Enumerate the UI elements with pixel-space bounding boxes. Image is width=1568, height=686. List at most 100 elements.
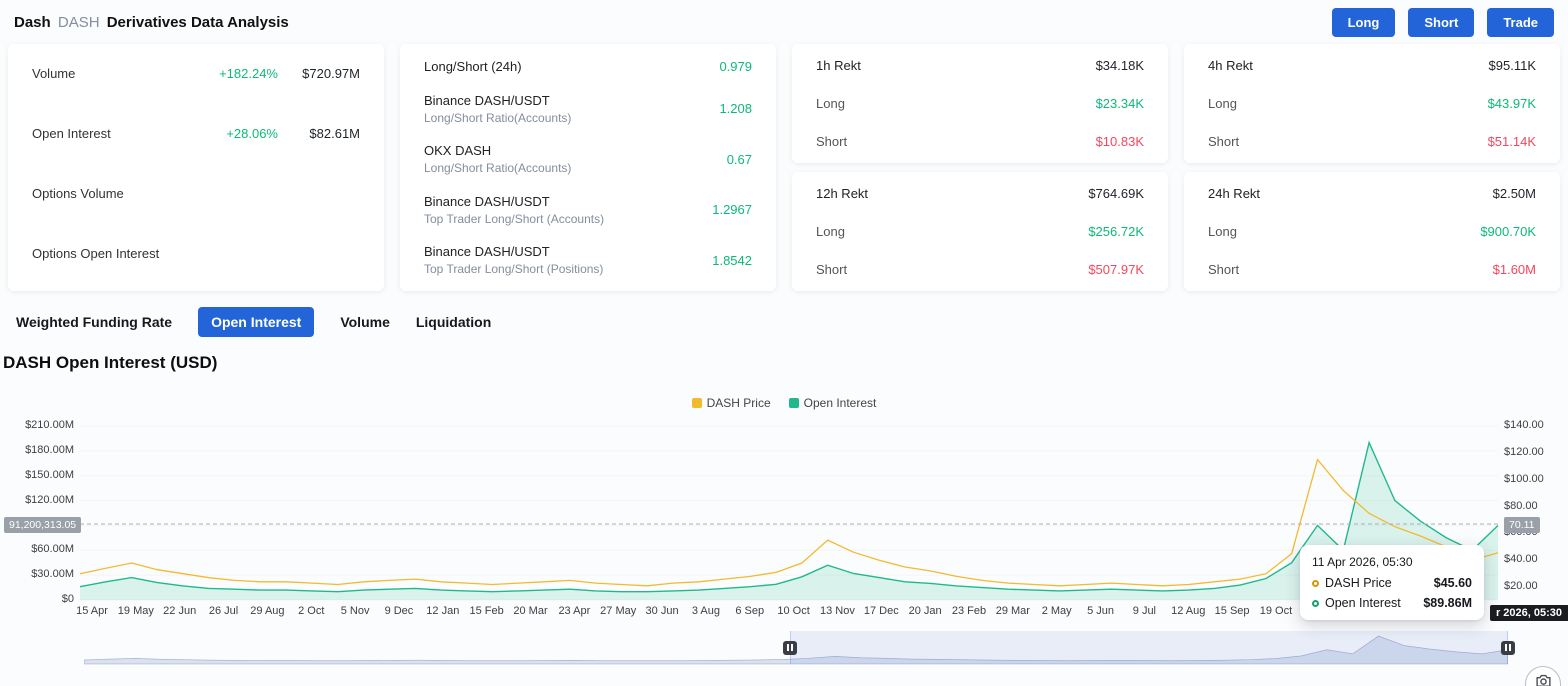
ratio-subtitle: Top Trader Long/Short (Accounts) <box>424 211 605 226</box>
stat-change: +182.24% <box>219 66 278 81</box>
navigator-selected-range[interactable] <box>790 631 1508 664</box>
x-axis-tick: 10 Oct <box>777 605 810 617</box>
right-axis-tick: $120.00 <box>1504 445 1544 458</box>
rekt-total-row: 1h Rekt $34.18K <box>816 58 1144 73</box>
open-interest-swatch-icon <box>788 398 799 408</box>
rekt-24h-card: 24h Rekt $2.50M Long $900.70K Short $1.6… <box>1184 172 1560 291</box>
rekt-total: $95.11K <box>1488 58 1536 73</box>
chart-navigator[interactable] <box>84 631 1515 665</box>
x-axis-tick: 22 Jun <box>163 605 197 617</box>
short-button[interactable]: Short <box>1408 7 1475 37</box>
options-volume-row: Options Volume <box>32 186 360 201</box>
chart-plot[interactable] <box>79 418 1499 601</box>
top-bar: Dash DASH Derivatives Data Analysis Long… <box>0 0 1568 44</box>
x-axis-tick: 13 Nov <box>820 605 855 617</box>
navigator-left-handle[interactable] <box>783 640 798 655</box>
stat-change: +28.06% <box>226 126 278 141</box>
ratio-value: 1.2967 <box>712 202 752 217</box>
ratio-value: 0.67 <box>726 151 752 167</box>
navigator-right-handle[interactable] <box>1501 640 1515 655</box>
tooltip-value: $89.86M <box>1423 596 1472 610</box>
x-axis-tick: 19 Oct <box>1259 605 1293 617</box>
ratio-title: Binance DASH/USDT <box>424 244 550 259</box>
short-label: Short <box>816 134 848 149</box>
volume-row: Volume +182.24% $720.97M <box>32 66 360 81</box>
rekt-short-value: $10.83K <box>1095 134 1144 149</box>
legend-item-dash-price[interactable]: DASH Price <box>691 396 771 410</box>
chart-legend: DASH Price Open Interest <box>0 396 1568 410</box>
right-axis-tick: $20.00 <box>1504 580 1538 593</box>
rekt-total: $764.69K <box>1088 186 1144 201</box>
stat-values: +28.06% $82.61M <box>226 126 360 141</box>
trade-button[interactable]: Trade <box>1487 7 1554 37</box>
x-axis-tick: 6 Sep <box>735 605 765 617</box>
page: Dash DASH Derivatives Data Analysis Long… <box>0 0 1568 686</box>
x-axis-tick: 12 Aug <box>1171 605 1206 617</box>
crosshair-left-badge: 91,200,313.05 <box>4 517 82 533</box>
right-axis-tick: $140.00 <box>1504 419 1544 431</box>
ratio-titles: Long/Short (24h) <box>424 59 522 74</box>
rekt-period: 12h Rekt <box>816 186 869 201</box>
ratio-row: OKX DASH Long/Short Ratio(Accounts) 0.67 <box>424 143 752 175</box>
ratio-row: Binance DASH/USDT Long/Short Ratio(Accou… <box>424 93 752 125</box>
long-label: Long <box>1208 96 1237 111</box>
rekt-short-row: Short $51.14K <box>1208 134 1536 149</box>
x-axis-tick: 30 Jun <box>645 605 679 617</box>
rekt-4h-card: 4h Rekt $95.11K Long $43.97K Short $51.1… <box>1184 44 1560 163</box>
short-label: Short <box>1208 262 1240 277</box>
camera-button[interactable] <box>1525 666 1561 686</box>
tab-liquidation[interactable]: Liquidation <box>416 314 491 330</box>
rekt-12h-card: 12h Rekt $764.69K Long $256.72K Short $5… <box>792 172 1168 291</box>
tab-volume[interactable]: Volume <box>340 314 390 330</box>
open-interest-row: Open Interest +28.06% $82.61M <box>32 126 360 141</box>
rekt-long-value: $256.72K <box>1088 224 1144 239</box>
ratio-titles: Binance DASH/USDT Long/Short Ratio(Accou… <box>424 93 571 125</box>
chart-title: DASH Open Interest (USD) <box>3 353 218 372</box>
volume-open-interest-card: Volume +182.24% $720.97M Open Interest +… <box>8 44 384 291</box>
left-axis-tick: $150.00M <box>25 468 74 481</box>
left-axis-tick: $60.00M <box>31 543 74 556</box>
page-title: Dash DASH Derivatives Data Analysis <box>14 14 289 31</box>
tooltip-label: DASH Price <box>1325 576 1392 590</box>
long-label: Long <box>816 96 845 111</box>
x-axis-tick: 19 May <box>117 605 154 617</box>
rekt-total-row: 12h Rekt $764.69K <box>816 186 1144 201</box>
long-short-ratio-card: Long/Short (24h) 0.979 Binance DASH/USDT… <box>400 44 776 291</box>
x-axis-tick: 27 May <box>600 605 637 617</box>
tab-open-interest[interactable]: Open Interest <box>198 307 315 337</box>
long-button[interactable]: Long <box>1331 7 1396 37</box>
x-axis-tick: 23 Feb <box>951 605 987 617</box>
open-interest-area <box>80 442 1498 600</box>
x-axis-tick: 29 Mar <box>995 605 1030 617</box>
ratio-subtitle: Long/Short Ratio(Accounts) <box>424 110 572 125</box>
ratio-title: OKX DASH <box>424 143 492 158</box>
rekt-total-row: 4h Rekt $95.11K <box>1208 58 1536 73</box>
legend-label: DASH Price <box>706 396 771 410</box>
rekt-long-row: Long $23.34K <box>816 96 1144 111</box>
x-axis-tick: 9 Jul <box>1132 605 1157 617</box>
x-axis-tick: 15 Sep <box>1214 605 1250 617</box>
rekt-long-value: $43.97K <box>1487 96 1536 111</box>
long-label: Long <box>1208 224 1237 239</box>
rekt-short-value: $507.97K <box>1088 262 1144 277</box>
coin-symbol: DASH <box>57 13 100 31</box>
x-axis-tick: 23 Apr <box>558 605 591 617</box>
ratio-row: Long/Short (24h) 0.979 <box>424 59 752 74</box>
stat-value: $82.61M <box>309 126 360 141</box>
right-axis-tick: $100.00 <box>1504 472 1544 485</box>
rekt-short-row: Short $507.97K <box>816 262 1144 277</box>
x-axis-tick: 20 Jan <box>908 605 942 617</box>
ratio-value: 0.979 <box>719 59 752 74</box>
x-axis-tick: 2 Oct <box>298 605 325 617</box>
tab-weighted-funding-rate[interactable]: Weighted Funding Rate <box>16 314 172 330</box>
rekt-period: 24h Rekt <box>1208 186 1261 201</box>
ratio-row: Binance DASH/USDT Top Trader Long/Short … <box>424 244 752 276</box>
dash-price-dot-icon <box>1312 579 1319 587</box>
ratio-value: 1.8542 <box>712 252 752 268</box>
x-axis-tick: 12 Jan <box>426 605 460 617</box>
rekt-column-2: 4h Rekt $95.11K Long $43.97K Short $51.1… <box>1184 44 1560 291</box>
page-title-text: Derivatives Data Analysis <box>106 13 289 31</box>
legend-item-open-interest[interactable]: Open Interest <box>788 396 876 410</box>
rekt-short-row: Short $10.83K <box>816 134 1144 149</box>
ratio-title: Binance DASH/USDT <box>424 92 550 108</box>
